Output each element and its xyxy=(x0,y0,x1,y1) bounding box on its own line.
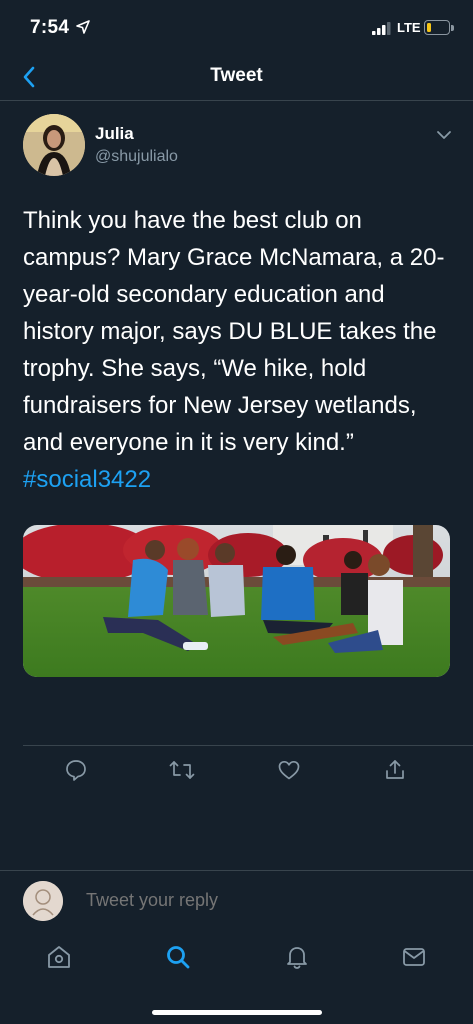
more-options-button[interactable] xyxy=(432,125,456,145)
tab-home[interactable] xyxy=(42,940,76,974)
reply-icon xyxy=(66,760,86,781)
tab-messages[interactable] xyxy=(397,940,431,974)
battery-icon xyxy=(424,20,450,35)
chevron-down-icon xyxy=(437,131,451,139)
hashtag-link[interactable]: #social3422 xyxy=(23,466,151,493)
author-avatar[interactable] xyxy=(23,114,85,176)
tweet-text: Think you have the best club on campus? … xyxy=(23,202,455,498)
nav-header: Tweet xyxy=(0,56,473,101)
reply-input[interactable] xyxy=(86,890,446,911)
tweet-body: Think you have the best club on campus? … xyxy=(23,207,445,456)
signal-icon xyxy=(372,22,391,35)
status-time: 7:54 xyxy=(30,17,70,38)
battery-tip xyxy=(451,25,454,31)
like-icon xyxy=(278,760,300,780)
avatar-photo xyxy=(23,114,85,176)
reply-bar xyxy=(0,870,473,930)
divider xyxy=(23,745,473,746)
search-icon xyxy=(167,946,190,969)
home-icon xyxy=(48,946,70,968)
location-arrow-icon xyxy=(76,20,90,34)
tweet-photo-image xyxy=(23,525,450,677)
like-button[interactable] xyxy=(274,755,304,785)
home-indicator xyxy=(152,1010,322,1015)
page-title: Tweet xyxy=(210,65,263,86)
retweet-icon xyxy=(169,761,195,779)
tab-search[interactable] xyxy=(161,940,195,974)
user-avatar[interactable] xyxy=(23,881,63,921)
retweet-button[interactable] xyxy=(167,755,197,785)
share-icon xyxy=(386,760,404,779)
author-handle[interactable]: @shujulialo xyxy=(95,148,178,166)
tab-notifications[interactable] xyxy=(280,940,314,974)
status-bar: 7:54 LTE xyxy=(0,0,473,56)
notifications-icon xyxy=(287,947,307,969)
author-name[interactable]: Julia xyxy=(95,124,134,144)
network-type: LTE xyxy=(397,20,421,35)
share-button[interactable] xyxy=(380,755,410,785)
messages-icon xyxy=(403,948,425,966)
reply-button[interactable] xyxy=(61,755,91,785)
user-avatar-image xyxy=(23,881,63,921)
tweet-photo[interactable] xyxy=(23,525,450,677)
